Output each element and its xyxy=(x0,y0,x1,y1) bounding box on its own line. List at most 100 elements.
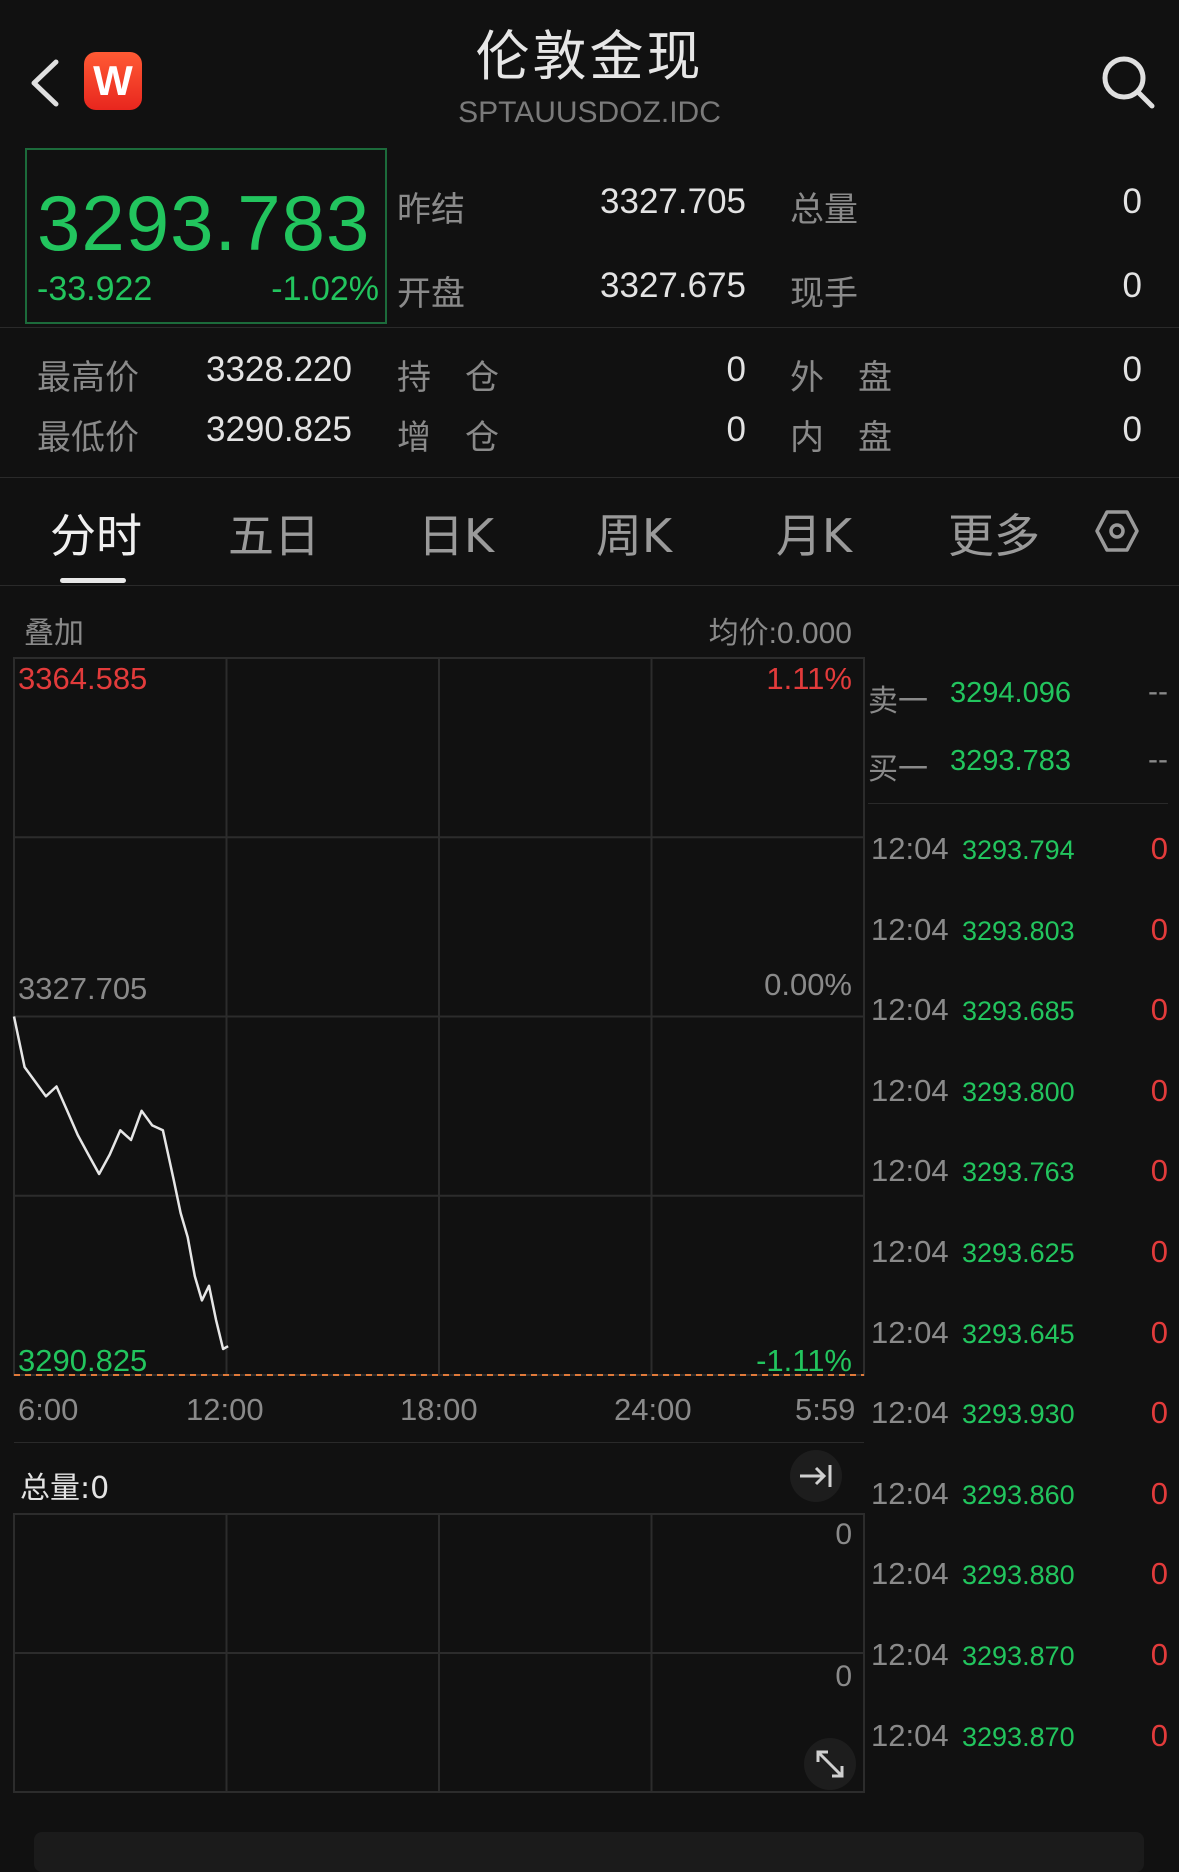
tick-row: 12:04 3293.930 0 xyxy=(868,1395,1168,1455)
tick-row: 12:04 3293.800 0 xyxy=(868,1073,1168,1133)
low-value: 3290.825 xyxy=(206,410,352,449)
x-tick-label: 5:59 xyxy=(795,1392,856,1427)
y-min-label: 3290.825 xyxy=(18,1343,148,1378)
tick-price: 3293.763 xyxy=(962,1157,1075,1188)
tick-price: 3293.930 xyxy=(962,1399,1075,1430)
collapse-panel-button[interactable] xyxy=(790,1450,842,1502)
outer-value: 0 xyxy=(1122,350,1142,389)
pct-min-label: -1.11% xyxy=(756,1343,852,1378)
tab-monthly-k[interactable]: 月K xyxy=(758,500,870,566)
average-price-label: 均价:0.000 xyxy=(708,617,852,650)
inner-label: 内 盘 xyxy=(790,418,892,458)
header: W 伦敦金现 SPTAUUSDOZ.IDC xyxy=(0,0,1179,140)
last-price: 3293.783 xyxy=(37,179,371,267)
instrument-code: SPTAUUSDOZ.IDC xyxy=(458,96,721,129)
tick-time: 12:04 xyxy=(871,1717,949,1753)
tick-price: 3293.803 xyxy=(962,915,1075,946)
tick-time: 12:04 xyxy=(871,1153,949,1189)
ask-label: 卖一 xyxy=(868,684,928,719)
position-value: 0 xyxy=(726,350,746,389)
tick-price: 3293.870 xyxy=(962,1641,1075,1671)
current-hand-value: 0 xyxy=(1122,266,1142,305)
overlay-button[interactable]: 叠加 xyxy=(24,608,84,652)
tick-row: 12:04 3293.870 0 xyxy=(868,1718,1168,1778)
tick-volume: 0 xyxy=(1150,1072,1168,1108)
high-label: 最高价 xyxy=(37,358,139,398)
bid-volume: -- xyxy=(1148,743,1168,776)
total-volume-label: 总量 xyxy=(790,190,858,230)
tick-time: 12:04 xyxy=(871,1556,949,1592)
outer-label: 外 盘 xyxy=(790,358,892,398)
low-label: 最低价 xyxy=(37,418,139,458)
prev-settle-value: 3327.705 xyxy=(600,182,746,221)
intraday-price-chart[interactable] xyxy=(0,650,868,1395)
tick-time: 12:04 xyxy=(871,1234,949,1269)
tick-price: 3293.880 xyxy=(962,1560,1075,1591)
volume-chart[interactable] xyxy=(0,1510,868,1800)
ask-price: 3294.096 xyxy=(950,677,1071,709)
fullscreen-button[interactable] xyxy=(804,1738,856,1790)
tick-volume: 0 xyxy=(1150,1717,1168,1753)
volume-axis-label: 0 xyxy=(835,1518,852,1551)
tab-five-day[interactable]: 五日 xyxy=(218,500,330,566)
search-icon[interactable] xyxy=(1098,52,1158,112)
tick-price: 3293.860 xyxy=(962,1479,1075,1510)
tick-price: 3293.794 xyxy=(962,835,1075,865)
tick-time: 12:04 xyxy=(871,1475,949,1511)
tab-more[interactable]: 更多 xyxy=(938,500,1050,566)
position-label: 持 仓 xyxy=(397,358,499,398)
open-value: 3327.675 xyxy=(600,266,746,305)
tick-price: 3293.645 xyxy=(962,1318,1075,1349)
tick-row: 12:04 3293.860 0 xyxy=(868,1476,1168,1536)
tick-volume: 0 xyxy=(1150,831,1168,866)
price-change-pct: -1.02% xyxy=(271,270,379,308)
tick-row: 12:04 3293.625 0 xyxy=(868,1234,1168,1294)
page-title: 伦敦金现 xyxy=(475,25,704,88)
tick-time: 12:04 xyxy=(871,1072,949,1108)
tick-volume: 0 xyxy=(1150,911,1168,947)
pct-max-label: 1.11% xyxy=(766,661,852,696)
tick-volume: 0 xyxy=(1150,1153,1168,1189)
tab-intraday[interactable]: 分时 xyxy=(40,500,152,566)
increase-value: 0 xyxy=(726,410,746,449)
tick-row: 12:04 3293.763 0 xyxy=(868,1153,1168,1213)
volume-axis-label: 0 xyxy=(835,1660,852,1693)
x-tick-label: 12:00 xyxy=(186,1392,264,1427)
divider xyxy=(868,803,1168,804)
prev-settle-label: 昨结 xyxy=(397,190,465,230)
last-price-box: 3293.783 -33.922 -1.02% xyxy=(25,148,387,324)
tick-time: 12:04 xyxy=(871,911,949,947)
tick-time: 12:04 xyxy=(871,1637,949,1672)
tab-daily-k[interactable]: 日K xyxy=(400,500,512,566)
bid-price: 3293.783 xyxy=(950,745,1071,777)
tick-volume: 0 xyxy=(1150,1314,1168,1350)
tick-row: 12:04 3293.880 0 xyxy=(868,1556,1168,1616)
current-hand-label: 现手 xyxy=(790,274,858,314)
y-max-label: 3364.585 xyxy=(18,661,148,696)
settings-icon[interactable] xyxy=(1094,508,1140,554)
price-line xyxy=(12,1016,229,1351)
divider xyxy=(14,1442,864,1443)
tick-volume: 0 xyxy=(1150,1637,1168,1672)
divider xyxy=(0,585,1179,586)
volume-total-label: 总量:0 xyxy=(20,1471,110,1506)
total-volume-value: 0 xyxy=(1122,182,1142,221)
inner-value: 0 xyxy=(1122,410,1142,449)
tick-row: 12:04 3293.685 0 xyxy=(868,992,1168,1052)
arrow-to-right-icon xyxy=(800,1465,832,1487)
price-change: -33.922 xyxy=(37,270,153,308)
tab-weekly-k[interactable]: 周K xyxy=(578,500,690,566)
y-mid-label: 3327.705 xyxy=(18,971,148,1006)
pct-mid-label: 0.00% xyxy=(764,967,852,1002)
bid-label: 买一 xyxy=(868,752,928,787)
tick-time: 12:04 xyxy=(871,1314,949,1350)
x-tick-label: 6:00 xyxy=(18,1392,79,1427)
x-tick-label: 24:00 xyxy=(614,1392,692,1427)
tick-price: 3293.800 xyxy=(962,1076,1075,1107)
tick-price: 3293.625 xyxy=(962,1238,1075,1268)
tick-row: 12:04 3293.794 0 xyxy=(868,831,1168,891)
tick-time: 12:04 xyxy=(871,1395,949,1431)
tick-price: 3293.685 xyxy=(962,996,1075,1027)
trade-panel: 卖一 3294.096 -- 买一 3293.783 -- 12:04 3293.… xyxy=(868,655,1168,1795)
bottom-toolbar xyxy=(34,1832,1144,1872)
